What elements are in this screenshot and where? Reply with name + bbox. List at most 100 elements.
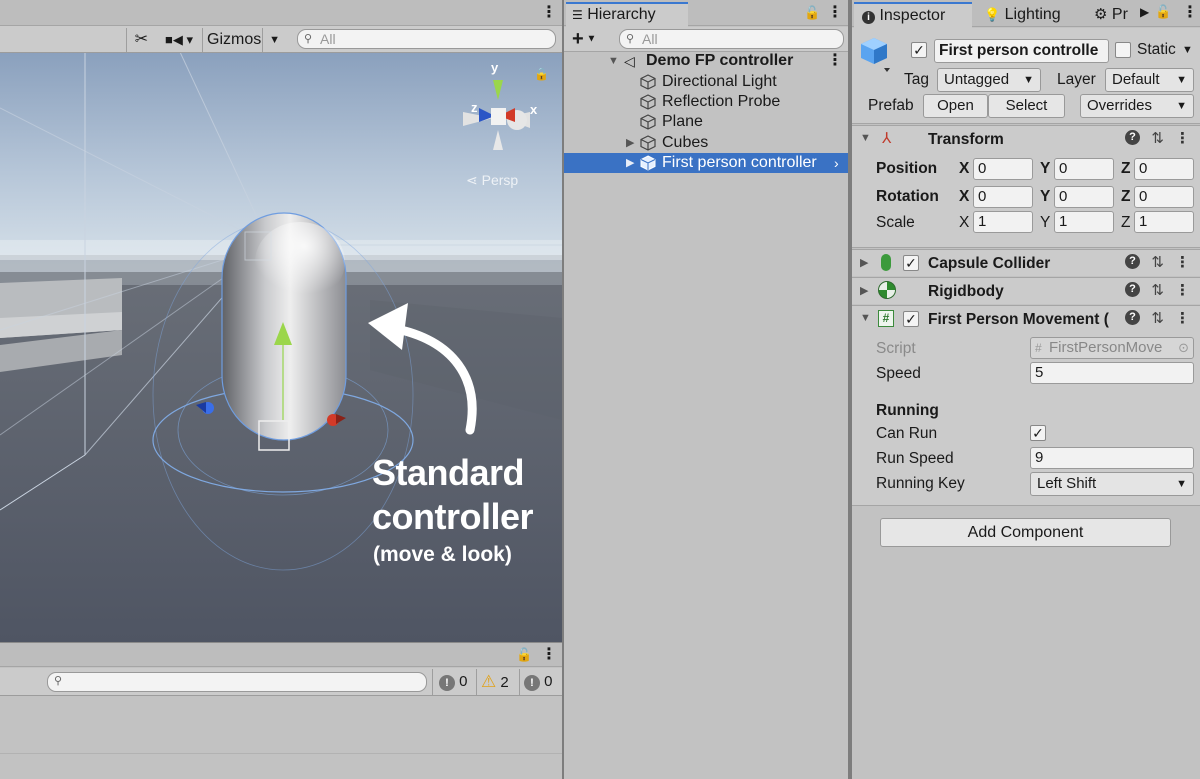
scene-search-input[interactable]: ⚲ All (297, 29, 556, 49)
scene-view[interactable]: ⋮ ✂ ■◀ ▾ Gizmos ▼ ⚲ All y z x 🔒 ⋖ Persp … (0, 0, 562, 642)
collapse-triangle-icon[interactable]: ▼ (860, 312, 871, 324)
component-menu-icon[interactable]: ⋮ (1175, 309, 1190, 327)
info-count-toggle[interactable]: ! 0 (519, 669, 561, 695)
can-run-checkbox[interactable]: ✓ (1030, 425, 1046, 441)
inspector-lock-icon[interactable]: 🔓 (1155, 4, 1171, 20)
list-item-selected[interactable]: ▶ First person controller › (564, 153, 848, 173)
scale-y-field[interactable]: 1 (1054, 211, 1114, 233)
scene-row-menu-icon[interactable]: ⋮ (827, 53, 843, 69)
axis-z-label: Z (1121, 160, 1131, 177)
movement-header[interactable]: ▼ # ✓ First Person Movement ( ? ⇅ ⋮ (852, 305, 1200, 332)
tab-project-settings[interactable]: ⚙ Pr (1092, 4, 1144, 26)
scene-root-row[interactable]: ▼ ◁ Demo FP controller ⋮ (564, 51, 848, 71)
settings-sliders-icon[interactable]: ⇅ (1151, 309, 1164, 327)
settings-sliders-icon[interactable]: ⇅ (1151, 129, 1164, 147)
warning-count-toggle[interactable]: ⚠ 2 (476, 669, 518, 695)
capsule-enabled-checkbox[interactable]: ✓ (903, 255, 919, 271)
expand-triangle-icon[interactable]: ▶ (626, 133, 634, 153)
persp-text: Persp (481, 172, 519, 188)
run-speed-field[interactable]: 9 (1030, 447, 1194, 469)
component-menu-icon[interactable]: ⋮ (1175, 281, 1190, 299)
prefab-icon (640, 155, 656, 171)
settings-sliders-icon[interactable]: ⇅ (1151, 281, 1164, 299)
can-run-label: Can Run (876, 425, 938, 442)
hierarchy-lock-icon[interactable]: 🔓 (804, 5, 820, 21)
chevron-right-icon[interactable]: › (834, 153, 839, 173)
list-item[interactable]: Reflection Probe (564, 92, 848, 112)
list-icon: ☰ (572, 8, 583, 22)
help-icon[interactable]: ? (1125, 254, 1140, 269)
rotation-z-field[interactable]: 0 (1134, 186, 1194, 208)
static-dropdown-icon[interactable]: ▼ (1182, 44, 1193, 56)
component-header-icons: ? ⇅ ⋮ (1125, 281, 1200, 300)
console-lock-icon[interactable]: 🔓 (516, 647, 532, 663)
position-y-field[interactable]: 0 (1054, 158, 1114, 180)
prefab-cube-icon[interactable] (860, 36, 892, 76)
gizmo-x-label: x (530, 102, 538, 117)
expand-triangle-icon[interactable]: ▶ (860, 256, 868, 269)
hierarchy-item-label: Plane (662, 113, 703, 130)
running-key-dropdown[interactable]: Left Shift ▼ (1030, 472, 1194, 496)
create-add-button[interactable]: + ▼ (572, 28, 596, 51)
expand-triangle-icon[interactable]: ▶ (860, 284, 868, 297)
tab-lighting[interactable]: 💡 Lighting (978, 4, 1088, 26)
movement-enabled-checkbox[interactable]: ✓ (903, 311, 919, 327)
list-item[interactable]: Plane (564, 112, 848, 132)
help-icon[interactable]: ? (1125, 130, 1140, 145)
axis-z-label: Z (1121, 188, 1131, 205)
position-z-field[interactable]: 0 (1134, 158, 1194, 180)
static-label: Static (1137, 41, 1176, 58)
component-menu-icon[interactable]: ⋮ (1175, 253, 1190, 271)
object-picker-icon[interactable]: ⊙ (1178, 338, 1189, 358)
add-component-button[interactable]: Add Component (880, 518, 1171, 547)
collapse-triangle-icon[interactable]: ▼ (860, 132, 871, 144)
inspector-menu-icon[interactable]: ⋮ (1182, 5, 1198, 21)
tab-scroll-right-icon[interactable]: ▶ (1140, 5, 1149, 19)
list-item[interactable]: Directional Light (564, 72, 848, 92)
settings-sliders-icon[interactable]: ⇅ (1151, 253, 1164, 271)
gizmo-y-label: y (491, 60, 499, 75)
layer-value: Default (1112, 71, 1160, 88)
scene-menu-icon[interactable]: ⋮ (541, 5, 557, 21)
static-checkbox[interactable] (1115, 42, 1131, 58)
expand-triangle-icon[interactable]: ▶ (626, 153, 634, 173)
console-menu-icon[interactable]: ⋮ (541, 647, 557, 663)
component-menu-icon[interactable]: ⋮ (1175, 129, 1190, 147)
console-search-input[interactable]: ⚲ (47, 672, 427, 692)
hierarchy-menu-icon[interactable]: ⋮ (827, 5, 843, 21)
rotation-x-field[interactable]: 0 (973, 186, 1033, 208)
capsule-collider-header[interactable]: ▶ ✓ Capsule Collider ? ⇅ ⋮ (852, 249, 1200, 276)
help-icon[interactable]: ? (1125, 282, 1140, 297)
rotation-y-field[interactable]: 0 (1054, 186, 1114, 208)
active-checkbox[interactable]: ✓ (911, 42, 927, 58)
prefab-open-button[interactable]: Open (923, 94, 988, 118)
hierarchy-tab[interactable]: ☰ Hierarchy (566, 2, 688, 27)
rigidbody-header[interactable]: ▶ Rigidbody ? ⇅ ⋮ (852, 277, 1200, 304)
rigidbody-icon (878, 281, 896, 299)
gizmos-dropdown[interactable]: Gizmos ▼ (202, 28, 286, 52)
speed-field[interactable]: 5 (1030, 362, 1194, 384)
hierarchy-tab-label: Hierarchy (587, 6, 656, 23)
position-x-field[interactable]: 0 (973, 158, 1033, 180)
error-count-toggle[interactable]: ! 0 (432, 669, 474, 695)
lock-icon[interactable]: 🔒 (534, 67, 549, 81)
overrides-dropdown[interactable]: Overrides ▼ (1080, 94, 1194, 118)
scale-x-field[interactable]: 1 (973, 211, 1033, 233)
list-item[interactable]: ▶ Cubes (564, 133, 848, 153)
persp-label[interactable]: ⋖ Persp (466, 172, 518, 189)
tag-dropdown[interactable]: Untagged ▼ (937, 68, 1041, 92)
scale-z-field[interactable]: 1 (1134, 211, 1194, 233)
object-name-field[interactable]: First person controlle (934, 39, 1109, 63)
layer-dropdown[interactable]: Default ▼ (1105, 68, 1194, 92)
transform-header[interactable]: ▼ ⅄ Transform ? ⇅ ⋮ (852, 125, 1200, 152)
running-key-label: Running Key (876, 475, 965, 492)
tab-inspector[interactable]: i Inspector (854, 2, 972, 28)
tools-icon[interactable]: ✂ (126, 28, 156, 52)
script-field[interactable]: # FirstPersonMove ⊙ (1030, 337, 1194, 359)
prefab-select-button[interactable]: Select (988, 94, 1065, 118)
help-icon[interactable]: ? (1125, 310, 1140, 325)
hierarchy-search-input[interactable]: ⚲ All (619, 29, 844, 49)
scene-search-placeholder: All (320, 31, 336, 47)
scale-label: Scale (876, 214, 915, 231)
camera-icon[interactable]: ■◀ ▾ (158, 28, 200, 52)
